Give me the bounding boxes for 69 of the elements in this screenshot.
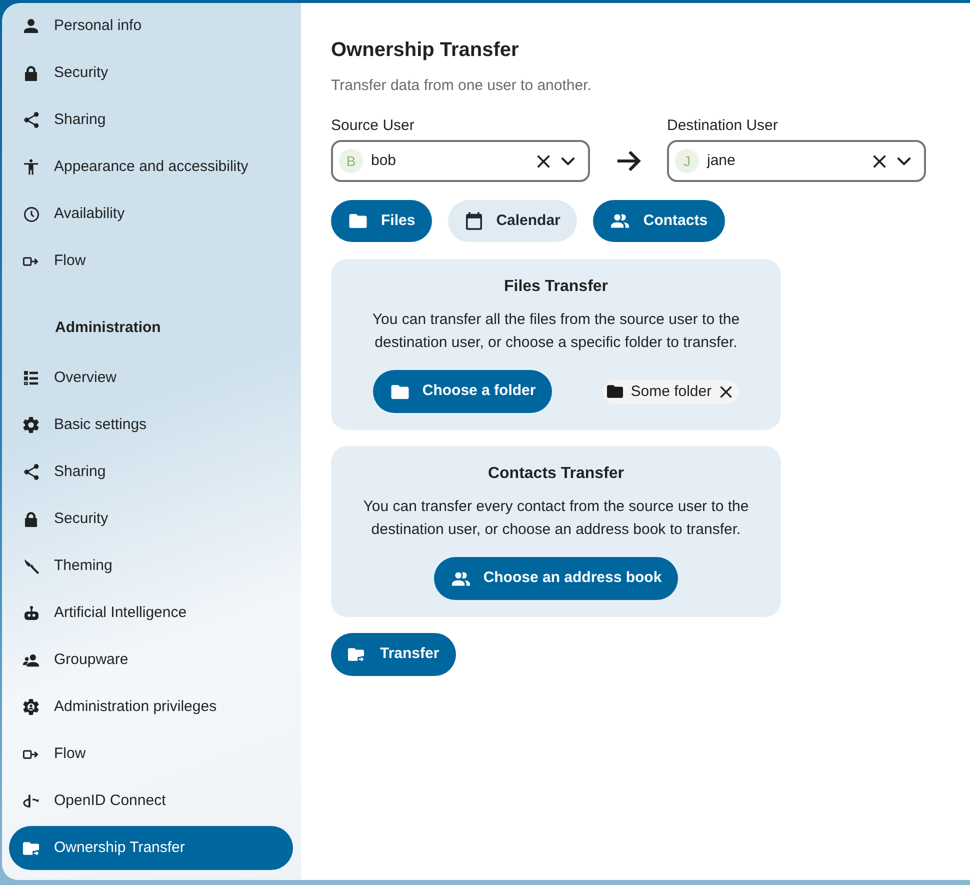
people-icon bbox=[452, 572, 470, 586]
gear-person-icon bbox=[23, 699, 39, 715]
sidebar-item[interactable]: Overview bbox=[9, 356, 293, 400]
settings-icon bbox=[23, 417, 39, 433]
user-select-field[interactable]: J jane bbox=[667, 140, 926, 182]
clock-icon bbox=[24, 206, 38, 222]
close-icon[interactable] bbox=[537, 154, 550, 168]
close-icon[interactable] bbox=[873, 154, 886, 168]
choose-address-book-button[interactable]: Choose an address book bbox=[434, 557, 678, 600]
users-icon bbox=[23, 654, 39, 666]
paintbrush-icon bbox=[24, 558, 38, 574]
chevron-down-icon[interactable] bbox=[561, 157, 575, 165]
close-icon[interactable] bbox=[720, 386, 732, 398]
box-arrow-icon bbox=[23, 750, 39, 758]
sidebar-item[interactable]: OpenID Connect bbox=[9, 779, 293, 823]
avatar: B bbox=[339, 149, 363, 173]
choose-folder-button[interactable]: Choose a folder bbox=[373, 370, 552, 413]
transfer-button[interactable]: Transfer bbox=[331, 633, 456, 676]
sidebar-item[interactable]: Availability bbox=[9, 192, 293, 236]
section-heading: Administration bbox=[55, 318, 161, 338]
avatar: J bbox=[675, 149, 699, 173]
folder-icon bbox=[391, 384, 410, 398]
sidebar-item[interactable]: Groupware bbox=[9, 638, 293, 682]
sidebar-item[interactable]: Theming bbox=[9, 544, 293, 588]
page-subtitle: Transfer data from one user to another. bbox=[331, 76, 592, 96]
sidebar-item[interactable]: Flow bbox=[9, 732, 293, 776]
people-icon bbox=[611, 214, 630, 228]
sidebar-item[interactable]: Sharing bbox=[9, 98, 293, 142]
sidebar-item[interactable]: Administration privileges bbox=[9, 685, 293, 729]
sidebar-item[interactable]: Flow bbox=[9, 239, 293, 283]
field-label: Destination User bbox=[667, 116, 778, 136]
lock-icon bbox=[25, 512, 37, 526]
selected-user: bob bbox=[371, 151, 398, 171]
card-title: Files Transfer bbox=[504, 277, 608, 297]
box-arrow-icon bbox=[23, 256, 39, 266]
folder-name: Some folder bbox=[630, 382, 712, 402]
robot-icon bbox=[24, 606, 38, 620]
card-description: You can transfer all the files from the source user to the destination user, or choose a specific folder to transfer. bbox=[371, 310, 741, 353]
sidebar-item[interactable]: Artificial Intelligence bbox=[9, 591, 293, 635]
field-label: Source User bbox=[331, 116, 414, 136]
sidebar-item[interactable]: Basic settings bbox=[9, 403, 293, 447]
user-select-field[interactable]: B bob bbox=[331, 140, 590, 182]
accessibility-icon bbox=[24, 159, 38, 175]
lock-icon bbox=[25, 66, 37, 80]
toggle-button[interactable]: Files bbox=[331, 200, 432, 242]
share-icon bbox=[24, 112, 38, 128]
sidebar-item[interactable]: Sharing bbox=[9, 450, 293, 494]
share-icon bbox=[24, 464, 38, 480]
list-icon bbox=[24, 371, 38, 385]
toggle-button[interactable]: Contacts bbox=[593, 200, 725, 242]
folder-arrow-icon bbox=[23, 842, 39, 854]
logo-icon bbox=[23, 794, 39, 808]
toggle-button[interactable]: Calendar bbox=[448, 200, 578, 242]
page-title: Ownership Transfer bbox=[331, 38, 519, 63]
card-title: Contacts Transfer bbox=[488, 464, 624, 484]
calendar-icon bbox=[466, 212, 482, 230]
sidebar-item[interactable]: Ownership Transfer bbox=[9, 826, 293, 870]
card-description: You can transfer every contact from the source user to the destination user, or choose an address book to transfer. bbox=[362, 497, 750, 540]
selected-user: jane bbox=[707, 151, 736, 171]
person-icon bbox=[24, 19, 38, 33]
sidebar-item[interactable]: Appearance and accessibility bbox=[9, 145, 293, 189]
folder-icon bbox=[349, 214, 367, 228]
folder-arrow-icon bbox=[348, 648, 364, 661]
sidebar-item[interactable]: Security bbox=[9, 51, 293, 95]
sidebar-item[interactable]: Security bbox=[9, 497, 293, 541]
folder-icon bbox=[606, 385, 623, 398]
arrow-right-icon bbox=[616, 150, 642, 172]
chevron-down-icon[interactable] bbox=[897, 157, 911, 165]
sidebar-item[interactable]: Personal info bbox=[9, 4, 293, 48]
